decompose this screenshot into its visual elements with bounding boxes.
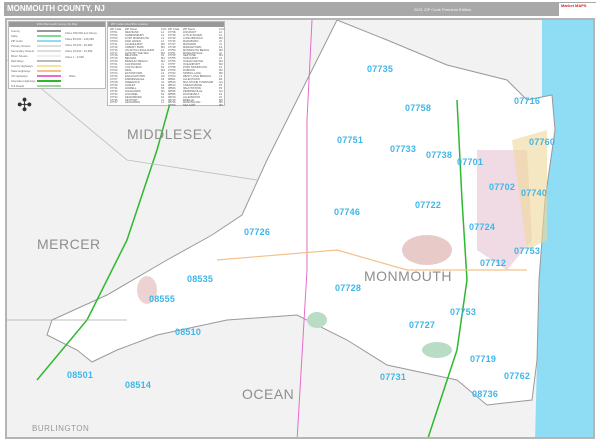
legend-city-class: Cities 10,000 - 24,999 — [65, 49, 93, 53]
legend-line-swatch — [37, 45, 61, 47]
legend-item-label: Minor Streets — [11, 54, 28, 58]
index-cell: M5 — [219, 104, 223, 108]
county-label: BURLINGTON — [32, 424, 90, 433]
legend-line-swatch — [37, 80, 61, 82]
scale-label: Miles — [69, 74, 76, 78]
legend-item: Rail Ways — [11, 59, 61, 63]
legend-item: Interstate Highways — [11, 79, 61, 83]
map-legend: 2021 Monmouth County Zip Map County State… — [8, 21, 106, 89]
legend-item-label: County — [11, 29, 20, 33]
zip-label: 07727 — [409, 320, 436, 330]
index-title: ZIP Codes Index/Post Location — [108, 22, 224, 27]
legend-item-label: ZIP Code — [11, 39, 23, 43]
legend-item: Primary Streets — [11, 44, 61, 48]
legend-item: County Highways — [11, 64, 61, 68]
zip-label: 07726 — [244, 227, 271, 237]
index-row: 07737 LEONARDO L1 — [110, 101, 169, 105]
legend-line-swatch — [37, 50, 61, 52]
legend-item: County — [11, 29, 61, 33]
zip-label: 08535 — [187, 274, 214, 284]
zip-label: 07740 — [521, 188, 548, 198]
legend-city-class: Cities 1 - 9,999 — [65, 55, 84, 59]
zip-label: 07735 — [367, 64, 394, 74]
legend-line-swatch — [37, 40, 61, 42]
map-frame[interactable]: 2021 Monmouth County Zip Map County State… — [5, 18, 595, 439]
zip-label: 08510 — [175, 327, 202, 337]
legend-item-label: State — [11, 34, 18, 38]
map-title: MONMOUTH COUNTY, NJ — [7, 4, 105, 13]
zip-label: 07728 — [335, 283, 362, 293]
zip-label: 07738 — [426, 150, 453, 160]
zip-label: 07760 — [529, 137, 556, 147]
index-cell: LEONARDO — [125, 101, 141, 105]
zip-label: 07701 — [457, 157, 484, 167]
zip-label: 07751 — [337, 135, 364, 145]
zip-label: 07722 — [415, 200, 442, 210]
legend-item: Minor Streets — [11, 54, 61, 58]
legend-item-label: State Highways — [11, 69, 31, 73]
zip-label: 07753 — [514, 246, 541, 256]
zip-label: 07758 — [405, 103, 432, 113]
index-cell: SEA GIRT — [183, 104, 196, 108]
zip-index-table: ZIP Codes Index/Post Location ZIP Code ZI… — [107, 21, 227, 108]
legend-city-class: Cities 250,000 and Above — [65, 31, 97, 35]
legend-item: State — [11, 34, 61, 38]
zip-label: 07716 — [514, 96, 541, 106]
zip-label: 07746 — [334, 207, 361, 217]
legend-line-swatch — [37, 65, 61, 67]
index-cell: 07737 — [110, 101, 118, 105]
legend-line-swatch — [37, 85, 61, 87]
zip-label: 08501 — [67, 370, 94, 380]
legend-item: US Highways — [11, 74, 61, 78]
county-label: MONMOUTH — [364, 268, 452, 284]
legend-line-swatch — [37, 75, 61, 77]
title-bar: MONMOUTH COUNTY, NJ 2021 ZIP Code Premiu… — [4, 2, 597, 16]
legend-item: ZIP Code — [11, 39, 61, 43]
legend-item-label: Secondary Streets — [11, 49, 35, 53]
index-row: 08750 SEA GIRT M5 — [168, 104, 227, 108]
legend-item-label: County Highways — [11, 64, 33, 68]
edition-label: 2021 ZIP Code Premium Edition — [414, 7, 472, 12]
legend-line-swatch — [37, 30, 61, 32]
zip-label: 08736 — [472, 389, 499, 399]
legend-city-class: Cities 50,000 - 249,999 — [65, 37, 94, 41]
legend-item: State Highways — [11, 69, 61, 73]
legend-city-class: Cities 25,000 - 49,999 — [65, 43, 93, 47]
legend-line-swatch — [37, 60, 61, 62]
zip-label: 07762 — [504, 371, 531, 381]
zip-label: 07733 — [390, 144, 417, 154]
county-label: MIDDLESEX — [127, 126, 213, 142]
county-label: MERCER — [37, 236, 101, 252]
zip-label: 08555 — [149, 294, 176, 304]
legend-item-label: Interstate Highways — [11, 79, 36, 83]
zip-label: 08514 — [125, 380, 152, 390]
legend-item-label: Toll Roads — [11, 84, 25, 88]
zip-label: 07753 — [450, 307, 477, 317]
zip-label: 07702 — [489, 182, 516, 192]
zip-label: 07719 — [470, 354, 497, 364]
logo: Market MAPS — [559, 3, 597, 16]
compass-rose-icon: ✣ — [17, 95, 33, 115]
legend-line-swatch — [37, 55, 61, 57]
legend-item-label: Primary Streets — [11, 44, 31, 48]
legend-item: Secondary Streets — [11, 49, 61, 53]
legend-item-label: US Highways — [11, 74, 28, 78]
zip-label: 07712 — [480, 258, 507, 268]
legend-item-label: Rail Ways — [11, 59, 24, 63]
index-cell: 08750 — [168, 104, 176, 108]
county-label: OCEAN — [242, 386, 295, 402]
legend-line-swatch — [37, 70, 61, 72]
zip-label: 07724 — [469, 222, 496, 232]
legend-title: 2021 Monmouth County Zip Map — [9, 22, 105, 27]
legend-line-swatch — [37, 35, 61, 37]
zip-label: 07731 — [380, 372, 407, 382]
legend-item: Toll Roads — [11, 84, 61, 88]
